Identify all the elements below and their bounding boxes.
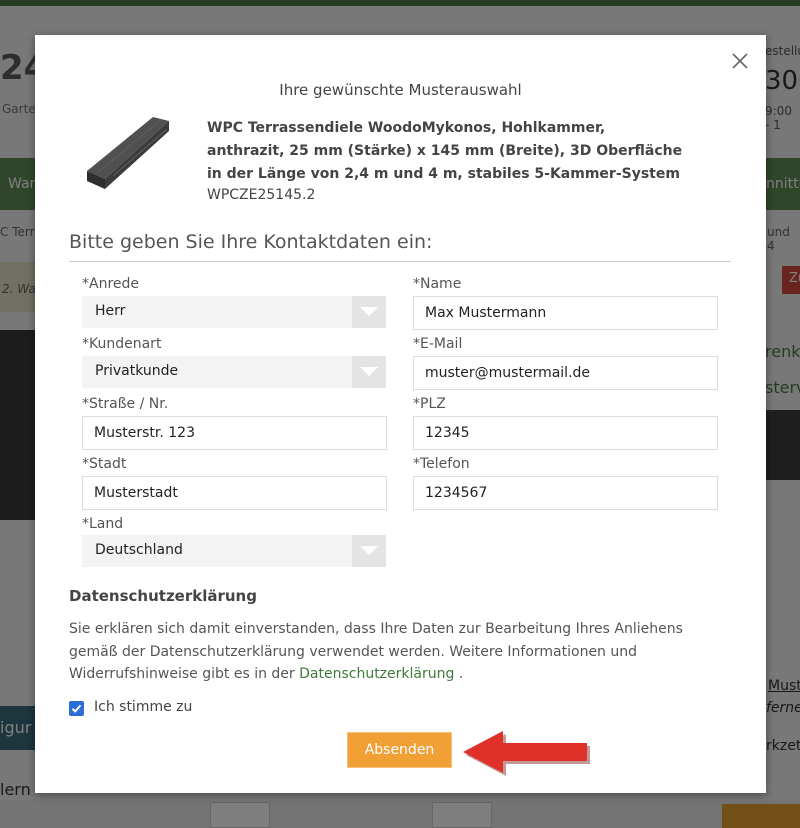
anrede-label: *Anrede (82, 276, 140, 292)
checkmark-icon (71, 704, 82, 713)
privacy-text: Sie erklären sich damit einverstanden, d… (69, 618, 729, 686)
land-label: *Land (82, 516, 124, 532)
kundenart-value: Privatkunde (95, 363, 179, 379)
submit-button[interactable]: Absenden (347, 732, 452, 768)
strasse-label: *Straße / Nr. (82, 396, 169, 412)
stadt-label: *Stadt (82, 456, 127, 472)
kundenart-label: *Kundenart (82, 336, 162, 352)
consent-label[interactable]: Ich stimme zu (94, 699, 192, 715)
kundenart-select[interactable]: Privatkunde (82, 356, 386, 388)
section-divider (69, 261, 731, 262)
stadt-input[interactable] (82, 476, 387, 510)
privacy-heading: Datenschutzerklärung (69, 587, 257, 605)
anrede-value: Herr (95, 303, 126, 319)
privacy-link[interactable]: Datenschutzerklärung (299, 666, 454, 682)
plz-label: *PLZ (413, 396, 446, 412)
telefon-input[interactable] (413, 476, 718, 510)
land-dropdown[interactable] (352, 535, 386, 567)
land-select[interactable]: Deutschland (82, 535, 386, 567)
email-input[interactable] (413, 356, 718, 390)
privacy-text-end: . (454, 666, 464, 682)
red-arrow-icon (463, 731, 590, 776)
strasse-input[interactable] (82, 416, 387, 450)
plz-input[interactable] (413, 416, 718, 450)
product-name: WPC Terrassendiele WoodoMykonos, Hohlkam… (207, 120, 683, 182)
consent-checkbox[interactable] (69, 701, 84, 716)
sample-request-dialog: Ihre gewünschte Musterauswahl WPC Terras… (35, 35, 766, 793)
name-input[interactable] (413, 296, 718, 330)
product-sku: WPCZE25145.2 (207, 187, 316, 203)
contact-section-heading: Bitte geben Sie Ihre Kontaktdaten ein: (69, 231, 433, 253)
anrede-dropdown[interactable] (352, 296, 386, 328)
chevron-down-icon (360, 367, 378, 376)
chevron-down-icon (360, 307, 378, 316)
land-value: Deutschland (95, 542, 183, 558)
chevron-down-icon (360, 546, 378, 555)
anrede-select[interactable]: Herr (82, 296, 386, 328)
email-label: *E-Mail (413, 336, 463, 352)
name-label: *Name (413, 276, 462, 292)
telefon-label: *Telefon (413, 456, 470, 472)
close-icon (732, 53, 748, 69)
kundenart-dropdown[interactable] (352, 356, 386, 388)
dialog-title: Ihre gewünschte Musterauswahl (279, 81, 522, 99)
close-button[interactable] (730, 51, 750, 71)
product-image (87, 117, 169, 189)
